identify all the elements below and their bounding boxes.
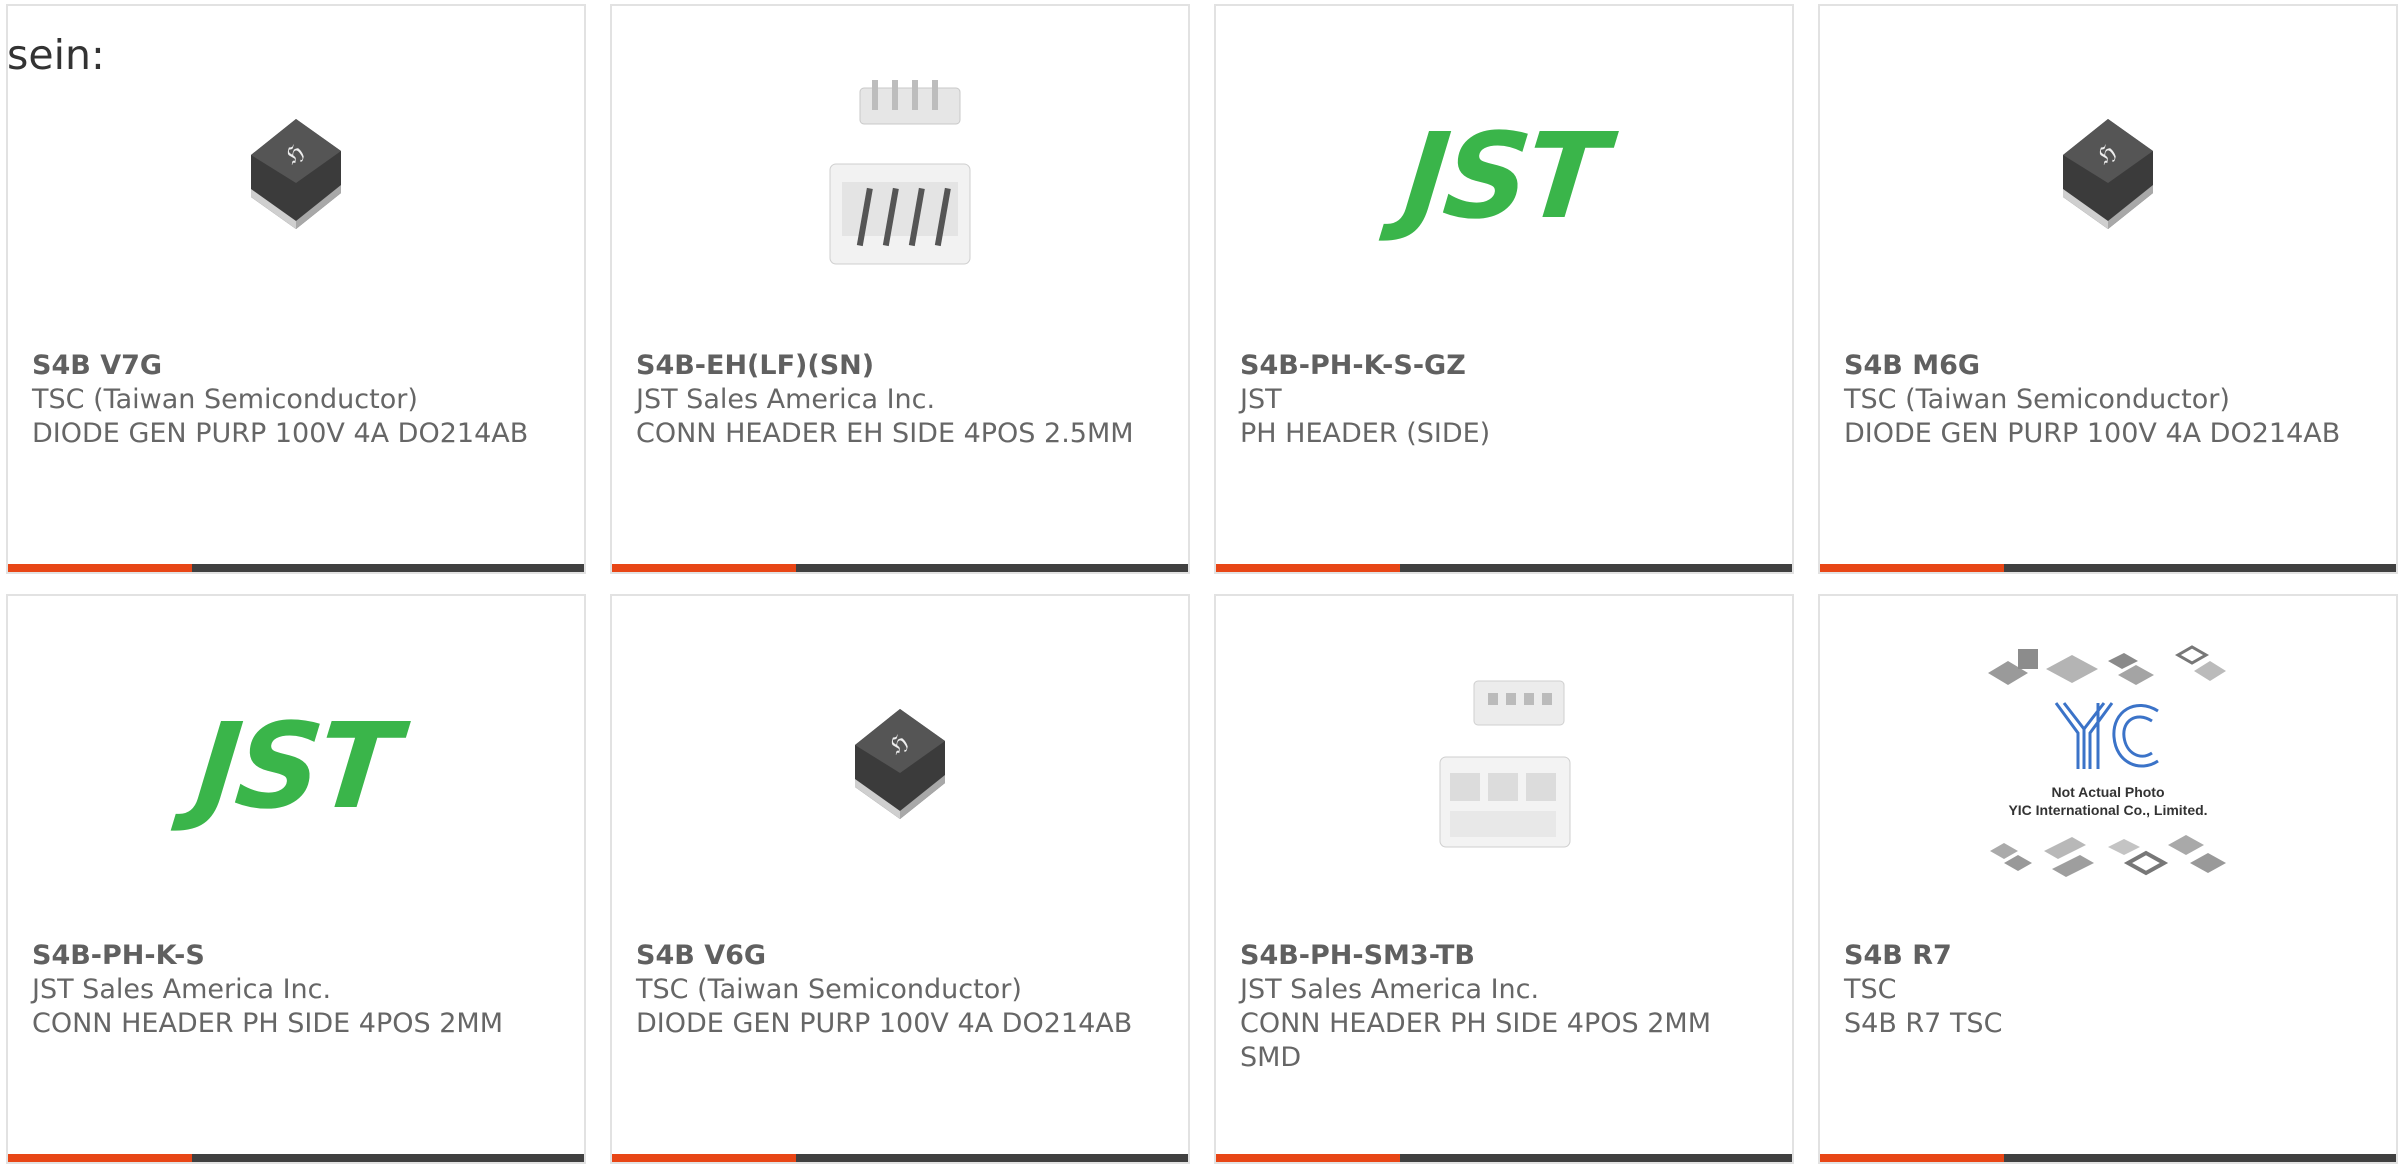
product-image[interactable] [612, 66, 1188, 286]
part-number[interactable]: S4B-PH-K-S [32, 939, 564, 973]
leading-text: sein: [7, 31, 105, 79]
manufacturer: JST Sales America Inc. [1240, 974, 1540, 1005]
manufacturer: JST Sales America Inc. [636, 384, 936, 415]
product-image[interactable]: ℌ [8, 66, 584, 286]
manufacturer: TSC (Taiwan Semiconductor) [636, 974, 1022, 1005]
product-card[interactable]: ℌ S4B V6G TSC (Taiwan Semiconductor) DIO… [610, 594, 1190, 1164]
smd-diode-icon: ℌ [2063, 119, 2153, 229]
description: DIODE GEN PURP 100V 4A DO214AB [1844, 418, 2341, 449]
part-number[interactable]: S4B M6G [1844, 349, 2376, 383]
manufacturer: JST Sales America Inc. [32, 974, 332, 1005]
description: CONN HEADER PH SIDE 4POS 2MM [32, 1008, 504, 1039]
description: CONN HEADER EH SIDE 4POS 2.5MM [636, 418, 1134, 449]
card-bar-accent [612, 564, 796, 572]
manufacturer: TSC [1844, 974, 1897, 1005]
product-card[interactable]: JST S4B-PH-K-S-GZ JST PH HEADER (SIDE) [1214, 4, 1794, 574]
manufacturer: TSC (Taiwan Semiconductor) [32, 384, 418, 415]
part-number[interactable]: S4B V6G [636, 939, 1168, 973]
part-number[interactable]: S4B-PH-SM3-TB [1240, 939, 1772, 973]
smd-diode-icon: ℌ [855, 709, 945, 819]
jst-logo: JST [1398, 107, 1610, 245]
placeholder-line-2: YIC International Co., Limited. [2008, 802, 2207, 818]
product-card[interactable]: S4B-PH-SM3-TB JST Sales America Inc. CON… [1214, 594, 1794, 1164]
card-bar [8, 564, 584, 572]
connector-header-icon [1439, 680, 1571, 848]
description: CONN HEADER PH SIDE 4POS 2MM SMD [1240, 1008, 1712, 1073]
product-image[interactable]: ℌ [1820, 66, 2396, 286]
product-card[interactable]: Not Actual Photo YIC International Co., … [1818, 594, 2398, 1164]
connector-header-icon [829, 80, 971, 265]
card-bar-accent [1820, 564, 2004, 572]
part-number[interactable]: S4B R7 [1844, 939, 2376, 973]
placeholder-photo-icon: Not Actual Photo YIC International Co., … [1988, 645, 2226, 877]
part-number[interactable]: S4B-EH(LF)(SN) [636, 349, 1168, 383]
placeholder-line-1: Not Actual Photo [2051, 784, 2164, 800]
card-bar-accent [1216, 564, 1400, 572]
card-bar-accent [8, 564, 192, 572]
product-image[interactable]: ℌ [612, 656, 1188, 876]
product-card[interactable]: ℌ S4B V7G TSC (Taiwan Semiconductor) DIO… [6, 4, 586, 574]
description: DIODE GEN PURP 100V 4A DO214AB [636, 1008, 1133, 1039]
card-bar [1216, 564, 1792, 572]
jst-logo: JST [190, 697, 402, 835]
card-bar [612, 564, 1188, 572]
manufacturer: TSC (Taiwan Semiconductor) [1844, 384, 2230, 415]
product-card[interactable]: S4B-EH(LF)(SN) JST Sales America Inc. CO… [610, 4, 1190, 574]
product-card[interactable]: JST S4B-PH-K-S JST Sales America Inc. CO… [6, 594, 586, 1164]
product-image[interactable]: JST [8, 656, 584, 876]
part-number[interactable]: S4B-PH-K-S-GZ [1240, 349, 1772, 383]
smd-diode-icon: ℌ [251, 119, 341, 229]
manufacturer: JST [1240, 384, 1282, 415]
part-number[interactable]: S4B V7G [32, 349, 564, 383]
product-image[interactable] [1216, 656, 1792, 876]
description: PH HEADER (SIDE) [1240, 418, 1491, 449]
description: S4B R7 TSC [1844, 1008, 2003, 1039]
product-image[interactable]: Not Actual Photo YIC International Co., … [1820, 645, 2396, 877]
product-card[interactable]: ℌ S4B M6G TSC (Taiwan Semiconductor) DIO… [1818, 4, 2398, 574]
product-image[interactable]: JST [1216, 66, 1792, 286]
card-bar [1820, 564, 2396, 572]
description: DIODE GEN PURP 100V 4A DO214AB [32, 418, 529, 449]
